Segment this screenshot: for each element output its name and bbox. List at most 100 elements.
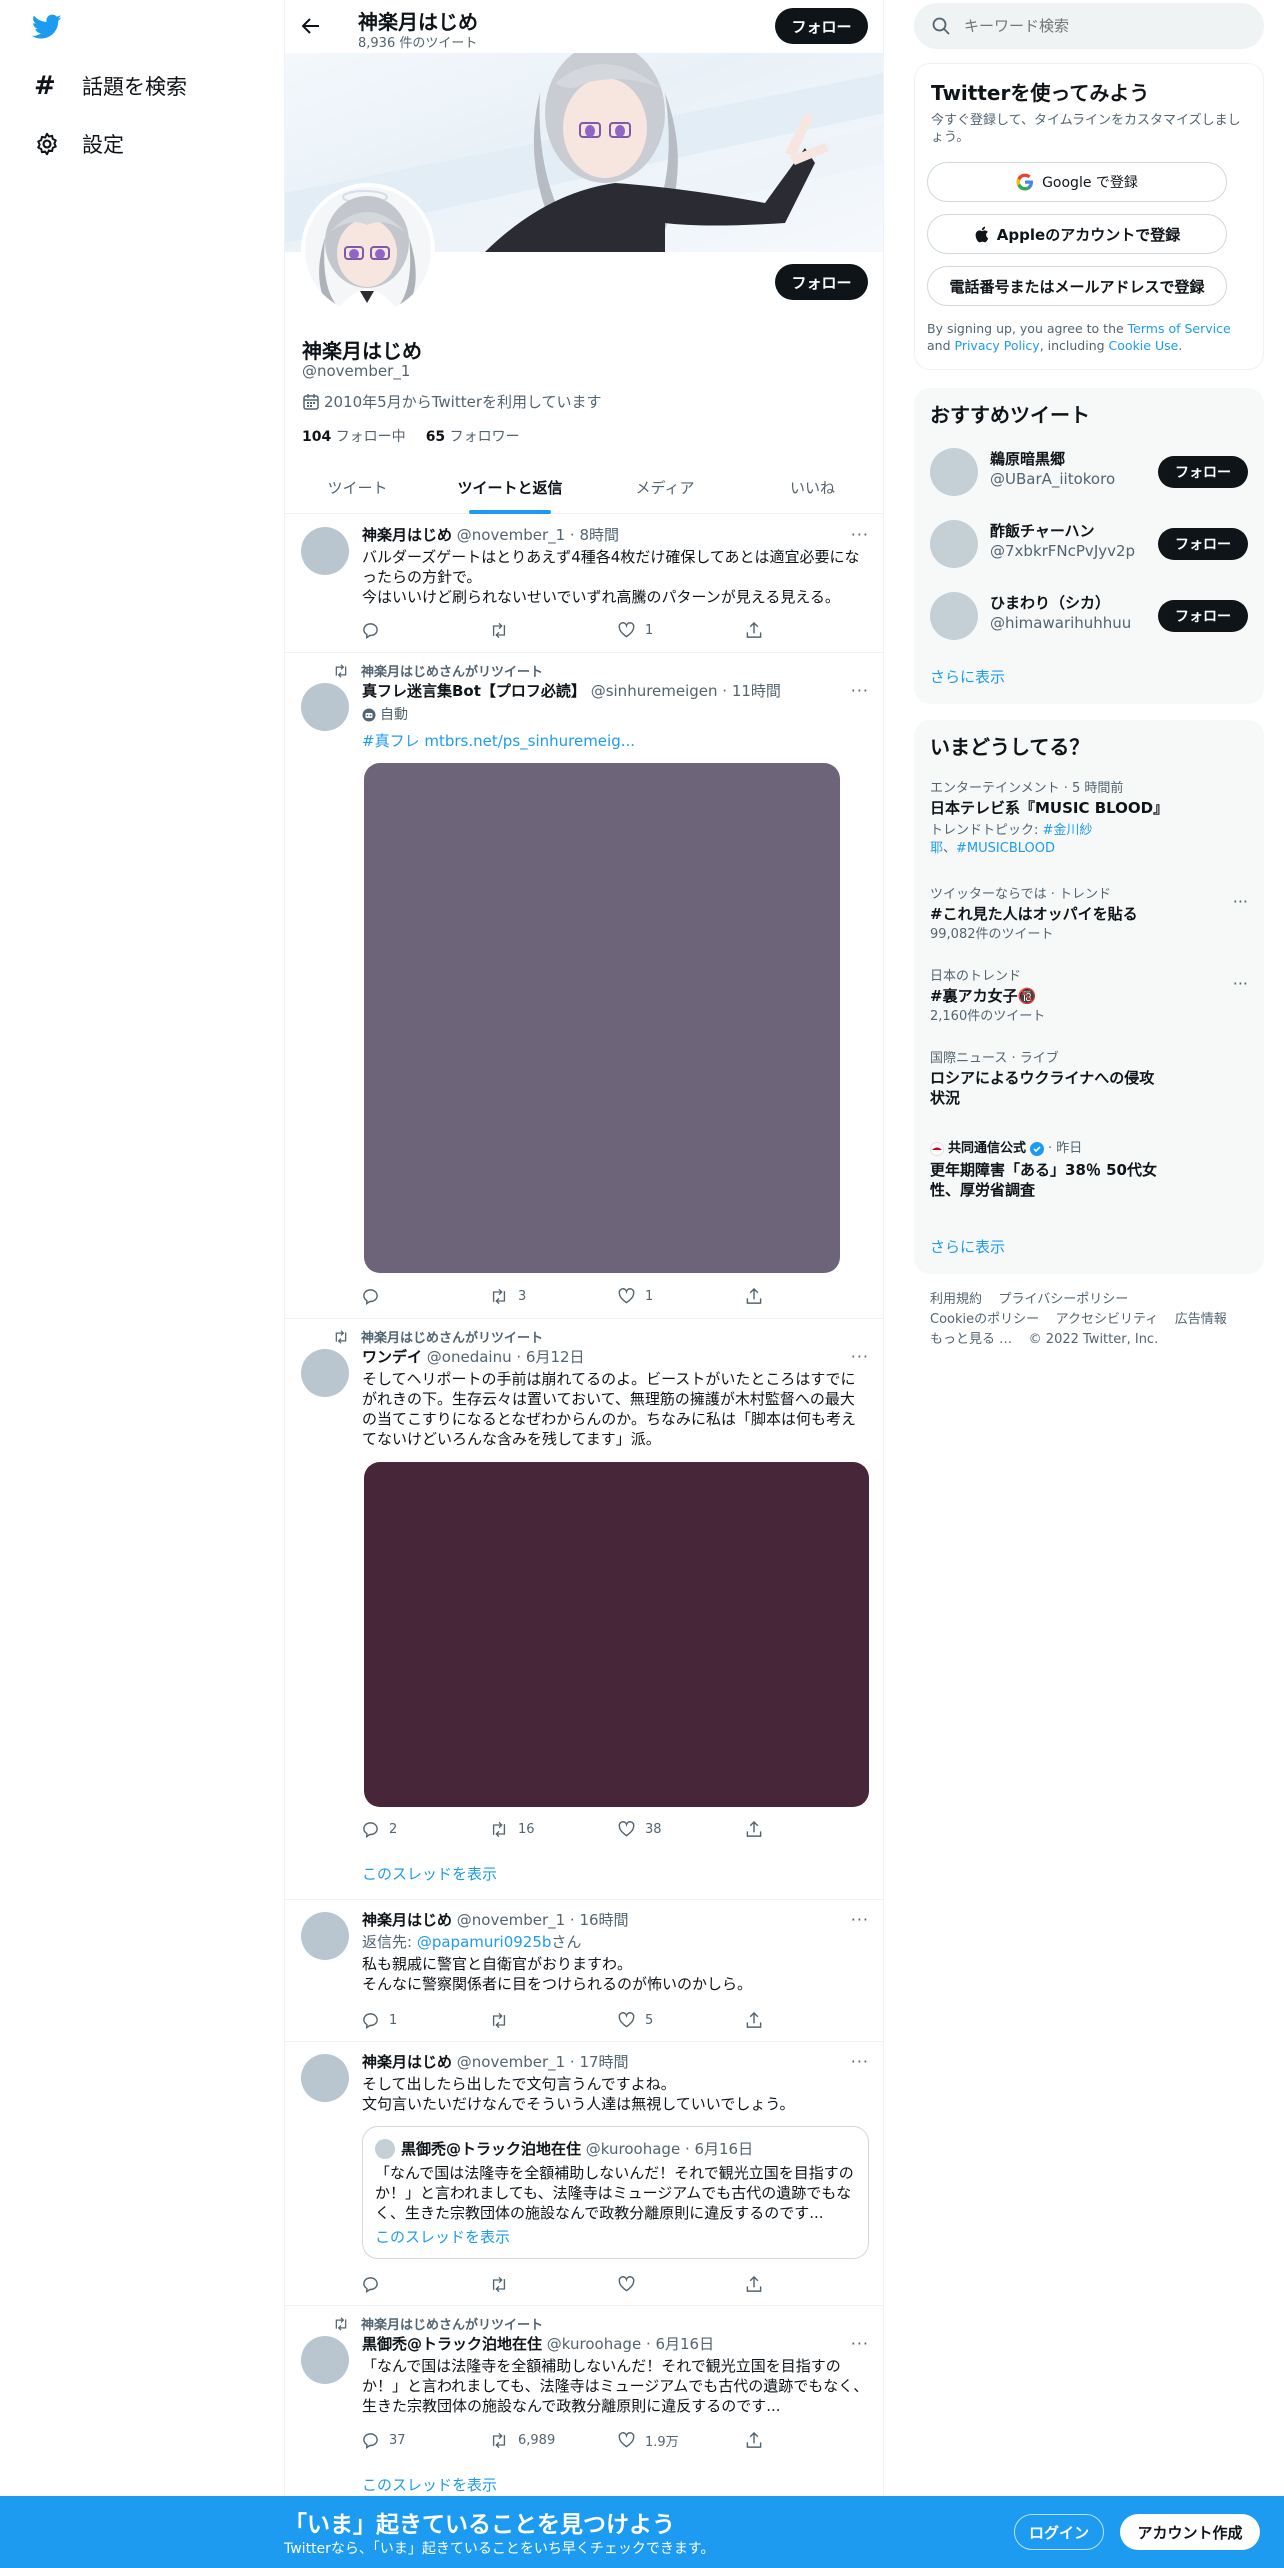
avatar[interactable] (301, 1349, 349, 1397)
nav-settings[interactable]: 設定 (0, 116, 124, 172)
follow-button[interactable]: フォロー (1158, 600, 1248, 632)
tweet-author-name[interactable]: 神楽月はじめ (362, 2053, 452, 2071)
retweet-button[interactable]: 16 (490, 1819, 618, 1839)
tab-tweets[interactable]: ツイート (285, 460, 430, 514)
apple-signup-button[interactable]: Appleのアカウントで登録 (927, 214, 1227, 254)
avatar[interactable] (301, 2054, 349, 2102)
tweet-item[interactable]: ··· 神楽月はじめ @november_1 · 16時間 返信先: @papa… (285, 1900, 883, 2042)
trend-item[interactable]: ツイッターならでは · トレンド #これ見た人はオッパイを貼る 99,082件の… (930, 886, 1248, 944)
footer-link-cookie[interactable]: Cookieのポリシー (930, 1312, 1039, 1327)
tweet-item[interactable]: ··· 神楽月はじめ @november_1 · 17時間 そして出したら出した… (285, 2042, 883, 2306)
avatar[interactable] (301, 2336, 349, 2384)
more-icon[interactable]: ··· (1233, 892, 1248, 911)
avatar[interactable] (301, 527, 349, 575)
reply-button[interactable] (362, 620, 490, 640)
retweet-button[interactable] (490, 2274, 618, 2294)
tweet-item[interactable]: ··· 神楽月はじめ @november_1 · 8時間 バルダーズゲートはとり… (285, 515, 883, 653)
tweet-author-name[interactable]: 真フレ迷言集Bot【プロフ必読】 (362, 682, 586, 700)
twitter-logo-icon[interactable] (32, 14, 62, 40)
retweet-button[interactable]: 3 (490, 1286, 618, 1306)
share-button[interactable] (746, 620, 762, 640)
tweet-author-name[interactable]: 神楽月はじめ (362, 1911, 452, 1929)
tab-tweets-and-replies[interactable]: ツイートと返信 (430, 460, 590, 514)
tweet-item[interactable]: 神楽月はじめさんがリツイート ··· 黒御禿@トラック泊地在住 @kurooha… (285, 2306, 883, 2500)
privacy-link[interactable]: Privacy Policy (955, 338, 1040, 353)
quote-show-thread-link[interactable]: このスレッドを表示 (375, 2226, 510, 2247)
login-button[interactable]: ログイン (1014, 2514, 1104, 2550)
trend-item[interactable]: 日本のトレンド #裏アカ女子🔞 2,160件のツイート ··· (930, 968, 1248, 1026)
retweeted-by-text[interactable]: 神楽月はじめさんがリツイート (361, 1327, 543, 1346)
suggested-user[interactable]: 鵜原暗黒郷 @UBarA_iitokoro フォロー (930, 444, 1248, 500)
reply-button[interactable] (362, 1286, 490, 1306)
hashtag-link[interactable]: #真フレ (362, 732, 420, 750)
cookie-link[interactable]: Cookie Use (1109, 338, 1179, 353)
trend-item[interactable]: 国際ニュース · ライブ ロシアによるウクライナへの侵攻状況 (930, 1050, 1160, 1108)
search-box[interactable] (914, 3, 1264, 49)
footer-link-accessibility[interactable]: アクセシビリティ (1056, 1312, 1159, 1327)
tab-media[interactable]: メディア (590, 460, 740, 514)
reply-button[interactable] (362, 2274, 490, 2294)
trends-show-more[interactable]: さらに表示 (930, 1236, 1005, 1257)
reply-to-handle[interactable]: @papamuri0925b (417, 1933, 552, 1951)
footer-link-privacy[interactable]: プライバシーポリシー (999, 1292, 1129, 1307)
tweet-item[interactable]: 神楽月はじめさんがリツイート ··· ワンデイ @onedainu · 6月12… (285, 1319, 883, 1900)
footer-link-more[interactable]: もっと見る … (930, 1332, 1012, 1347)
share-button[interactable] (746, 2430, 762, 2450)
retweet-button[interactable]: 6,989 (490, 2430, 618, 2450)
trend-topic-link[interactable]: #MUSICBLOOD (956, 841, 1055, 856)
reply-button[interactable]: 1 (362, 2010, 490, 2030)
reply-button[interactable]: 37 (362, 2430, 490, 2450)
header-follow-button[interactable]: フォロー (775, 8, 868, 44)
share-button[interactable] (746, 1286, 762, 1306)
nav-explore[interactable]: # 話題を検索 (0, 58, 187, 114)
share-button[interactable] (746, 2010, 762, 2030)
show-thread-link[interactable]: このスレッドを表示 (362, 2474, 497, 2495)
like-button[interactable]: 38 (618, 1819, 746, 1839)
like-button[interactable]: 5 (618, 2010, 746, 2030)
who-to-follow-show-more[interactable]: さらに表示 (930, 666, 1005, 687)
profile-avatar[interactable] (301, 183, 435, 317)
like-button[interactable]: 1 (618, 1286, 746, 1306)
retweeted-by-text[interactable]: 神楽月はじめさんがリツイート (361, 661, 543, 680)
share-button[interactable] (746, 2274, 762, 2294)
follow-button[interactable]: フォロー (1158, 528, 1248, 560)
search-input[interactable] (964, 17, 1234, 35)
follow-button[interactable]: フォロー (1158, 456, 1248, 488)
following-link[interactable]: 104 フォロー中 (302, 426, 406, 446)
retweet-button[interactable] (490, 2010, 618, 2030)
suggested-user[interactable]: ひまわり（シカ） @himawarihuhhuu フォロー (930, 588, 1248, 644)
footer-link-ads[interactable]: 広告情報 (1175, 1312, 1227, 1327)
share-icon (746, 1287, 762, 1305)
more-icon[interactable]: ··· (1233, 974, 1248, 993)
followers-link[interactable]: 65 フォロワー (426, 426, 520, 446)
terms-link[interactable]: Terms of Service (1128, 321, 1231, 336)
quote-tweet[interactable]: 黒御禿@トラック泊地在住 @kuroohage · 6月16日 「なんで国は法隆… (362, 2126, 869, 2259)
footer-link-terms[interactable]: 利用規約 (930, 1292, 982, 1307)
share-button[interactable] (746, 1819, 762, 1839)
avatar[interactable] (301, 683, 349, 731)
suggested-user[interactable]: 酢飯チャーハン @7xbkrFNcPvJyv2p フォロー (930, 516, 1248, 572)
tweet-media-image[interactable] (364, 1462, 869, 1807)
retweeted-by-text[interactable]: 神楽月はじめさんがリツイート (361, 2314, 543, 2333)
tweet-author-name[interactable]: 黒御禿@トラック泊地在住 (362, 2335, 542, 2353)
trend-item[interactable]: エンターテインメント · 5 時間前 日本テレビ系『MUSIC BLOOD』 ト… (930, 780, 1248, 858)
news-item[interactable]: 共同通信公式 · 昨日 更年期障害「ある」38％ 50代女性、厚労省調査 (930, 1140, 1160, 1200)
like-button[interactable] (618, 2274, 746, 2294)
avatar[interactable] (301, 1912, 349, 1960)
profile-follow-button[interactable]: フォロー (775, 264, 868, 300)
tweet-media-image[interactable] (364, 763, 840, 1273)
tweet-author-name[interactable]: ワンデイ (362, 1348, 422, 1366)
retweet-button[interactable] (490, 620, 618, 640)
tab-likes[interactable]: いいね (740, 460, 883, 514)
tweet-item[interactable]: 神楽月はじめさんがリツイート ··· 真フレ迷言集Bot【プロフ必読】 @sin… (285, 653, 883, 1319)
like-button[interactable]: 1 (618, 620, 746, 640)
back-arrow-icon[interactable] (301, 16, 321, 36)
url-link[interactable]: mtbrs.net/ps_sinhuremeig... (424, 732, 635, 750)
reply-button[interactable]: 2 (362, 1819, 490, 1839)
tweet-author-name[interactable]: 神楽月はじめ (362, 526, 452, 544)
google-signup-button[interactable]: Google で登録 (927, 162, 1227, 202)
phone-email-signup-button[interactable]: 電話番号またはメールアドレスで登録 (927, 266, 1227, 306)
show-thread-link[interactable]: このスレッドを表示 (362, 1863, 497, 1884)
like-button[interactable]: 1.9万 (618, 2430, 746, 2450)
signup-button[interactable]: アカウント作成 (1120, 2514, 1260, 2550)
